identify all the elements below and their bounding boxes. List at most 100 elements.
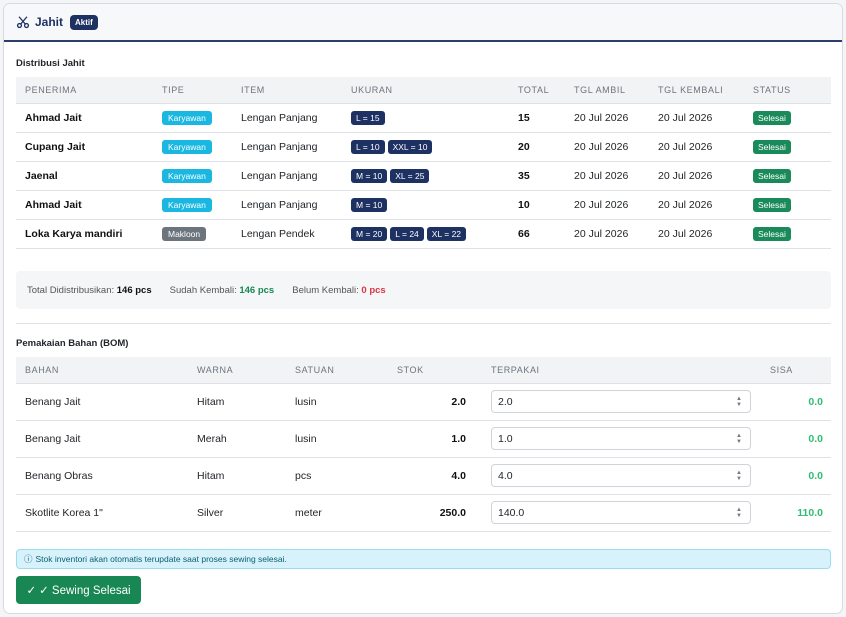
col-header: TIPE <box>153 77 232 104</box>
col-header: BAHAN <box>16 357 188 384</box>
distribusi-table: PENERIMA TIPE ITEM UKURAN TOTAL TGL AMBI… <box>16 77 831 249</box>
status-selesai-badge: Selesai <box>753 139 791 154</box>
tgl-kembali-cell: 20 Jul 2026 <box>649 219 744 249</box>
sisa-cell: 0.0 <box>761 420 831 458</box>
distribusi-title: Distribusi Jahit <box>16 58 85 69</box>
col-header: TGL KEMBALI <box>649 77 744 104</box>
warna-cell: Hitam <box>188 383 286 421</box>
card-title: Jahit <box>35 15 64 29</box>
bom-table: BAHAN WARNA SATUAN STOK TERPAKAI SISA Be… <box>16 357 831 532</box>
col-header: ITEM <box>232 77 342 104</box>
penerima-cell: Ahmad Jait <box>16 190 153 220</box>
size-badge: M = 10 <box>351 197 388 212</box>
stok-cell: 250.0 <box>388 494 482 532</box>
col-header: SISA <box>761 357 831 384</box>
tgl-ambil-cell: 20 Jul 2026 <box>565 103 649 133</box>
terpakai-input[interactable]: 4.0 ▲ ▼ <box>491 464 751 487</box>
spinner-icon[interactable]: ▲ ▼ <box>734 433 744 445</box>
tipe-badge: Karyawan <box>162 197 212 212</box>
total-cell: 15 <box>509 103 565 133</box>
card-header: Jahit Aktif <box>4 4 842 42</box>
tipe-badge: Karyawan <box>162 110 212 125</box>
satuan-cell: lusin <box>286 383 388 421</box>
tgl-ambil-cell: 20 Jul 2026 <box>565 132 649 162</box>
belum-label: Belum Kembali: <box>292 284 359 296</box>
penerima-cell: Loka Karya mandiri <box>16 219 153 249</box>
size-badge: M = 20 <box>351 226 388 241</box>
sewing-selesai-label: ✓ Sewing Selesai <box>39 585 131 597</box>
item-cell: Lengan Pendek <box>232 219 342 249</box>
total-cell: 10 <box>509 190 565 220</box>
col-header: PENERIMA <box>16 77 153 104</box>
total-value: 146 pcs <box>116 284 152 296</box>
tgl-ambil-cell: 20 Jul 2026 <box>565 190 649 220</box>
satuan-cell: lusin <box>286 420 388 458</box>
warna-cell: Silver <box>188 494 286 532</box>
bahan-cell: Benang Jait <box>16 420 188 458</box>
info-alert: ⓘ Stok inventori akan otomatis terupdate… <box>16 549 831 569</box>
penerima-cell: Cupang Jait <box>16 132 153 162</box>
spinner-icon[interactable]: ▲ ▼ <box>734 470 744 482</box>
penerima-cell: Ahmad Jait <box>16 103 153 133</box>
terpakai-value: 1.0 <box>498 432 513 445</box>
distribution-summary: Total Didistribusikan: 146 pcs Sudah Kem… <box>16 271 831 309</box>
kembali-label: Sudah Kembali: <box>169 284 237 296</box>
table-row: Jaenal Karyawan Lengan Panjang M = 10 XL … <box>16 161 831 191</box>
stok-cell: 1.0 <box>388 420 482 458</box>
terpakai-value: 140.0 <box>498 506 525 519</box>
size-badge: XXL = 10 <box>387 139 433 154</box>
check-icon: ✓ <box>26 585 37 597</box>
total-label: Total Didistribusikan: <box>27 284 115 296</box>
col-header: UKURAN <box>342 77 509 104</box>
tipe-badge: Karyawan <box>162 139 212 154</box>
table-row: Ahmad Jait Karyawan Lengan Panjang M = 1… <box>16 190 831 220</box>
bahan-cell: Benang Obras <box>16 457 188 495</box>
sisa-cell: 0.0 <box>761 457 831 495</box>
table-row: Benang Jait Hitam lusin 2.0 2.0 ▲ ▼ 0.0 <box>16 383 831 421</box>
tgl-ambil-cell: 20 Jul 2026 <box>565 161 649 191</box>
col-header: STATUS <box>744 77 831 104</box>
stok-cell: 2.0 <box>388 383 482 421</box>
total-cell: 66 <box>509 219 565 249</box>
info-text: Stok inventori akan otomatis terupdate s… <box>35 554 287 564</box>
size-badge: L = 24 <box>390 226 424 241</box>
item-cell: Lengan Panjang <box>232 103 342 133</box>
terpakai-input[interactable]: 140.0 ▲ ▼ <box>491 501 751 524</box>
col-header: WARNA <box>188 357 286 384</box>
size-badge: L = 15 <box>351 110 385 125</box>
bahan-cell: Benang Jait <box>16 383 188 421</box>
sewing-selesai-button[interactable]: ✓ ✓ Sewing Selesai <box>16 576 141 604</box>
bahan-cell: Skotlite Korea 1" <box>16 494 188 532</box>
status-selesai-badge: Selesai <box>753 110 791 125</box>
warna-cell: Hitam <box>188 457 286 495</box>
item-cell: Lengan Panjang <box>232 161 342 191</box>
belum-value: 0 pcs <box>361 284 386 296</box>
tipe-badge: Karyawan <box>162 168 212 183</box>
terpakai-input[interactable]: 2.0 ▲ ▼ <box>491 390 751 413</box>
section-divider <box>16 323 831 324</box>
terpakai-value: 4.0 <box>498 469 513 482</box>
bom-title: Pemakaian Bahan (BOM) <box>16 338 129 349</box>
size-badge: XL = 25 <box>390 168 430 183</box>
spinner-icon[interactable]: ▲ ▼ <box>734 507 744 519</box>
col-header: TGL AMBIL <box>565 77 649 104</box>
tgl-kembali-cell: 20 Jul 2026 <box>649 190 744 220</box>
status-selesai-badge: Selesai <box>753 168 791 183</box>
sisa-cell: 110.0 <box>761 494 831 532</box>
spinner-icon[interactable]: ▲ ▼ <box>734 396 744 408</box>
terpakai-value: 2.0 <box>498 395 513 408</box>
status-badge: Aktif <box>70 14 98 30</box>
scissors-icon <box>16 15 30 29</box>
penerima-cell: Jaenal <box>16 161 153 191</box>
status-selesai-badge: Selesai <box>753 197 791 212</box>
satuan-cell: pcs <box>286 457 388 495</box>
size-badge: M = 10 <box>351 168 388 183</box>
satuan-cell: meter <box>286 494 388 532</box>
table-row: Benang Jait Merah lusin 1.0 1.0 ▲ ▼ 0.0 <box>16 420 831 458</box>
table-row: Cupang Jait Karyawan Lengan Panjang L = … <box>16 132 831 162</box>
col-header: SATUAN <box>286 357 388 384</box>
info-icon: ⓘ <box>24 554 33 564</box>
terpakai-input[interactable]: 1.0 ▲ ▼ <box>491 427 751 450</box>
sewing-card: Jahit Aktif Distribusi Jahit PENERIMA TI… <box>3 3 843 614</box>
table-row: Ahmad Jait Karyawan Lengan Panjang L = 1… <box>16 103 831 133</box>
